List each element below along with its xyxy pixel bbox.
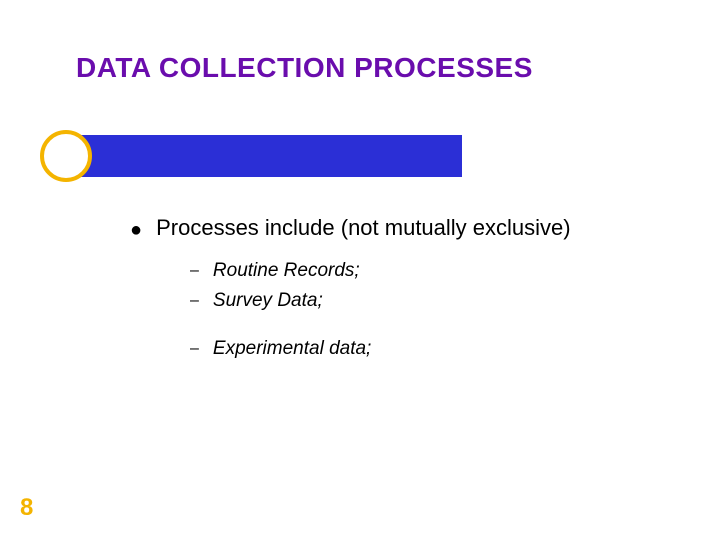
spacer [190,319,680,337]
sub-item-text: Experimental data; [213,337,371,361]
accent-bar [62,135,462,177]
sub-item: – Experimental data; [190,337,680,361]
sub-item: – Routine Records; [190,259,680,283]
sub-item-text: Routine Records; [213,259,360,283]
bullet-icon: ● [130,217,142,243]
slide-title: DATA COLLECTION PROCESSES [76,52,533,84]
slide: DATA COLLECTION PROCESSES ● Processes in… [0,0,720,540]
sub-item-text: Survey Data; [213,289,323,313]
bullet-level1: ● Processes include (not mutually exclus… [130,215,680,243]
accent-circle-icon [40,130,92,182]
sublist: – Routine Records; – Survey Data; – Expe… [190,259,680,361]
dash-icon: – [190,337,199,361]
bullet-text: Processes include (not mutually exclusiv… [156,215,571,241]
sub-item: – Survey Data; [190,289,680,313]
page-number: 8 [20,494,33,522]
dash-icon: – [190,289,199,313]
content-area: ● Processes include (not mutually exclus… [130,215,680,367]
dash-icon: – [190,259,199,283]
